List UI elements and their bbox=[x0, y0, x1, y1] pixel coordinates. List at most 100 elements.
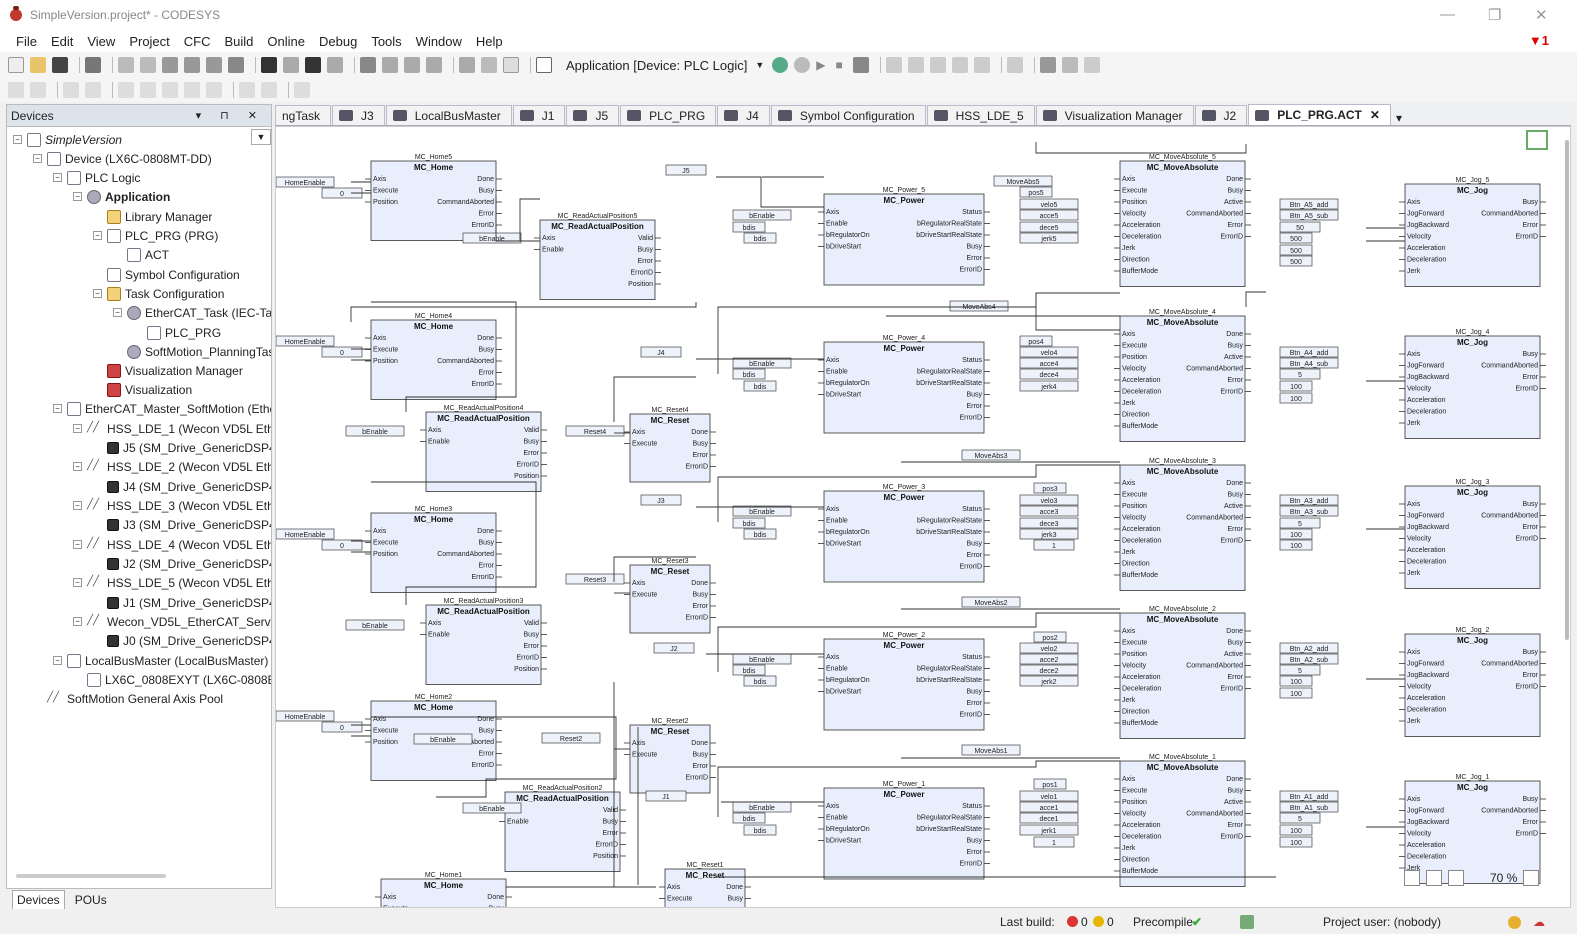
tree-node[interactable]: − EtherCAT_Master_SoftMotion (Ether bbox=[53, 399, 271, 418]
error-count[interactable]: 0 bbox=[1081, 915, 1088, 929]
expand-toggle-icon[interactable]: − bbox=[93, 289, 102, 298]
tree-node[interactable]: J4 (SM_Drive_GenericDSP4 bbox=[93, 477, 271, 496]
tree-node[interactable]: − Device (LX6C-0808MT-DD) bbox=[33, 149, 212, 168]
expand-toggle-icon[interactable]: − bbox=[93, 231, 102, 240]
tree-node[interactable]: − EtherCAT_Task (IEC-Tas bbox=[113, 303, 271, 322]
active-application-select[interactable]: Application [Device: PLC Logic] bbox=[566, 58, 747, 73]
tab-overflow-icon[interactable]: ▾ bbox=[1396, 111, 1402, 125]
run-to-cursor-icon[interactable] bbox=[951, 57, 968, 73]
editor-tab[interactable]: PLC_PRG.ACT ✕ bbox=[1248, 104, 1391, 125]
bookmark-prev-icon[interactable] bbox=[404, 57, 420, 73]
expand-toggle-icon[interactable]: − bbox=[53, 656, 62, 665]
cfc-input-icon[interactable] bbox=[8, 82, 24, 98]
tree-node[interactable]: J5 (SM_Drive_GenericDSP4 bbox=[93, 438, 271, 457]
menu-build[interactable]: Build bbox=[225, 34, 254, 49]
cfc-connection-mark-icon[interactable] bbox=[184, 82, 200, 98]
menu-edit[interactable]: Edit bbox=[51, 34, 73, 49]
expand-toggle-icon[interactable]: − bbox=[73, 192, 82, 201]
chevron-down-icon[interactable]: ▼ bbox=[755, 60, 764, 70]
tree-node[interactable]: J1 (SM_Drive_GenericDSP4 bbox=[93, 593, 271, 612]
pointer-tool-icon[interactable] bbox=[1404, 870, 1420, 886]
editor-tab[interactable]: J4 bbox=[717, 105, 770, 125]
reset-icon[interactable] bbox=[852, 57, 869, 73]
expand-toggle-icon[interactable]: − bbox=[53, 173, 62, 182]
tree-node[interactable]: Visualization Manager bbox=[93, 361, 243, 380]
tree-node[interactable]: Symbol Configuration bbox=[93, 265, 240, 284]
tree-node[interactable]: LX6C_0808EXYT (LX6C-0808EXY bbox=[73, 670, 271, 689]
menu-view[interactable]: View bbox=[87, 34, 115, 49]
cloud-icon[interactable]: ☁ bbox=[1533, 915, 1545, 929]
editor-tab[interactable]: PLC_PRG bbox=[620, 105, 717, 125]
menu-help[interactable]: Help bbox=[476, 34, 503, 49]
find-icon[interactable] bbox=[261, 57, 277, 73]
editor-tab[interactable]: HSS_LDE_5 bbox=[926, 105, 1035, 125]
cfc-composer-icon[interactable] bbox=[206, 82, 222, 98]
tree-node[interactable]: PLC_PRG bbox=[133, 323, 221, 342]
cfc-editor[interactable]: MC_Home5 MC_Home Axis Execute Position Done Bu… bbox=[275, 126, 1571, 908]
copy-icon[interactable] bbox=[184, 57, 200, 73]
cfc-return-icon[interactable] bbox=[140, 82, 156, 98]
cfc-properties-icon[interactable] bbox=[294, 82, 310, 98]
cfc-selector-icon[interactable] bbox=[261, 82, 277, 98]
tree-node[interactable]: Library Manager bbox=[93, 207, 212, 226]
warning-count[interactable]: 0 bbox=[1107, 915, 1114, 929]
cfc-jump-icon[interactable] bbox=[85, 82, 101, 98]
cfc-label-icon[interactable] bbox=[118, 82, 134, 98]
tree-dropdown-button[interactable]: ▼ bbox=[251, 129, 271, 145]
tree-node[interactable]: J0 (SM_Drive_GenericDSP4 bbox=[93, 631, 271, 650]
expand-toggle-icon[interactable]: − bbox=[33, 154, 42, 163]
stop-icon[interactable]: ■ bbox=[836, 58, 843, 72]
unforce-icon[interactable] bbox=[1061, 57, 1078, 73]
navigator-icon[interactable] bbox=[1526, 130, 1548, 150]
tree-node[interactable]: SoftMotion_PlanningTasl bbox=[113, 342, 271, 361]
zoom-tool-icon[interactable] bbox=[1448, 870, 1464, 886]
panel-controls[interactable]: ▾ ⊓ ✕ bbox=[196, 109, 265, 122]
notification-flag-icon[interactable]: ▼1 bbox=[1529, 33, 1549, 48]
menu-file[interactable]: File bbox=[16, 34, 37, 49]
find-prev-icon[interactable] bbox=[327, 57, 343, 73]
menu-tools[interactable]: Tools bbox=[371, 34, 401, 49]
editor-tab[interactable]: J5 bbox=[566, 105, 620, 125]
bookmark-clear-icon[interactable] bbox=[426, 57, 442, 73]
zoom-fit-icon[interactable] bbox=[1523, 870, 1540, 886]
editor-tab[interactable]: Visualization Manager bbox=[1035, 105, 1194, 125]
tree-node[interactable]: Visualization bbox=[93, 380, 192, 399]
editor-vertical-scrollbar[interactable] bbox=[1565, 140, 1569, 640]
expand-toggle-icon[interactable]: − bbox=[73, 424, 82, 433]
device-status-icon[interactable] bbox=[1240, 915, 1254, 929]
save-icon[interactable] bbox=[52, 57, 68, 73]
tree-node[interactable]: −╱╱ HSS_LDE_3 (Wecon VD5L EtherC bbox=[73, 496, 271, 515]
expand-toggle-icon[interactable]: − bbox=[73, 578, 82, 587]
close-button[interactable]: ✕ bbox=[1535, 6, 1548, 24]
page-icon[interactable] bbox=[503, 57, 519, 73]
editor-tab[interactable]: Symbol Configuration bbox=[770, 105, 926, 125]
tree-node[interactable]: −╱╱ HSS_LDE_4 (Wecon VD5L EtherC bbox=[73, 535, 271, 554]
expand-toggle-icon[interactable]: − bbox=[73, 617, 82, 626]
write-values-icon[interactable] bbox=[1006, 57, 1023, 73]
tree-node[interactable]: − LocalBusMaster (LocalBusMaster) bbox=[53, 651, 268, 670]
tree-node[interactable]: − SimpleVersion bbox=[13, 130, 122, 149]
cut-icon[interactable] bbox=[162, 57, 178, 73]
security-icon[interactable] bbox=[1508, 915, 1521, 929]
cfc-diagram[interactable]: MC_Home5MC_HomeAxisExecutePositionDoneBu… bbox=[276, 127, 1571, 908]
flow-control-icon[interactable] bbox=[1083, 57, 1100, 73]
tab-pous[interactable]: POUs bbox=[71, 891, 111, 909]
compile-icon[interactable] bbox=[459, 57, 475, 73]
editor-tab[interactable]: J1 bbox=[512, 105, 566, 125]
login-icon[interactable] bbox=[772, 57, 789, 73]
open-folder-icon[interactable] bbox=[30, 57, 46, 73]
minimize-button[interactable]: — bbox=[1440, 6, 1455, 23]
editor-tab[interactable]: LocalBusMaster bbox=[385, 105, 512, 125]
find-next-icon[interactable] bbox=[305, 57, 321, 73]
step-into-icon[interactable] bbox=[907, 57, 924, 73]
cfc-order-icon[interactable] bbox=[239, 82, 255, 98]
editor-tab[interactable]: J2 bbox=[1194, 105, 1248, 125]
tree-node[interactable]: J3 (SM_Drive_GenericDSP4 bbox=[93, 515, 271, 534]
tree-node[interactable]: −╱╱ HSS_LDE_5 (Wecon VD5L EtherC bbox=[73, 573, 271, 592]
maximize-button[interactable]: ❐ bbox=[1488, 6, 1501, 24]
step-over-icon[interactable] bbox=[885, 57, 902, 73]
tree-node[interactable]: ACT bbox=[113, 245, 169, 264]
close-tab-icon[interactable]: ✕ bbox=[1370, 108, 1380, 122]
force-values-icon[interactable] bbox=[1039, 57, 1056, 73]
tree-node[interactable]: − Task Configuration bbox=[93, 284, 224, 303]
